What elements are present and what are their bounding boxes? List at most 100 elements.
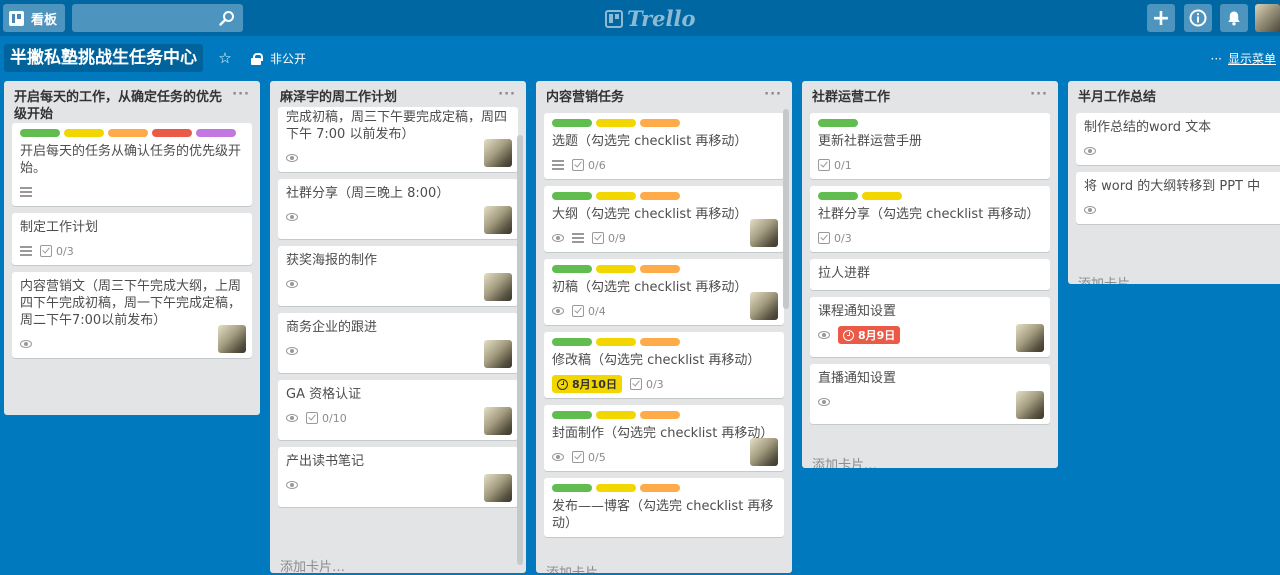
label-orange[interactable] <box>640 338 680 346</box>
add-card-link[interactable]: 添加卡片… <box>4 414 260 415</box>
card[interactable]: 完成初稿，周三下午要完成定稿，周四下午 7:00 以前发布） <box>278 107 518 172</box>
member-avatar[interactable] <box>484 206 512 234</box>
card[interactable]: 社群分享（勾选完 checklist 再移动） 0/3 <box>810 186 1050 252</box>
card[interactable]: 社群分享（周三晚上 8:00） <box>278 179 518 239</box>
show-menu-button[interactable]: ··· 显示菜单 <box>1211 50 1276 67</box>
label-yellow[interactable] <box>862 192 902 200</box>
member-avatar[interactable] <box>484 407 512 435</box>
notifications-button[interactable] <box>1220 4 1248 32</box>
star-icon[interactable]: ☆ <box>216 49 234 67</box>
label-yellow[interactable] <box>64 129 104 137</box>
user-avatar[interactable] <box>1255 4 1280 32</box>
board-title[interactable]: 半撇私塾挑战生任务中心 <box>4 44 203 72</box>
label-red[interactable] <box>152 129 192 137</box>
label-orange[interactable] <box>640 265 680 273</box>
member-avatar[interactable] <box>750 438 778 466</box>
card[interactable]: 获奖海报的制作 <box>278 246 518 306</box>
label-orange[interactable] <box>640 484 680 492</box>
list-menu-icon[interactable]: ··· <box>1030 86 1048 103</box>
list-title[interactable]: 社群运营工作 <box>812 90 890 105</box>
label-green[interactable] <box>552 411 592 419</box>
add-card-link[interactable]: 添加卡片… <box>270 551 526 573</box>
label-yellow[interactable] <box>596 411 636 419</box>
label-green[interactable] <box>552 119 592 127</box>
info-button[interactable] <box>1184 4 1212 32</box>
member-avatar[interactable] <box>1016 324 1044 352</box>
list-header[interactable]: 内容营销任务 ··· <box>536 81 792 113</box>
list-menu-icon[interactable]: ··· <box>764 86 782 103</box>
label-green[interactable] <box>552 192 592 200</box>
label-green[interactable] <box>818 192 858 200</box>
label-green[interactable] <box>818 119 858 127</box>
search-icon[interactable] <box>219 10 235 26</box>
label-purple[interactable] <box>196 129 236 137</box>
card[interactable]: 制定工作计划 0/3 <box>12 213 252 265</box>
add-button[interactable]: + <box>1147 4 1175 32</box>
card[interactable]: 发布——博客（勾选完 checklist 再移动） <box>544 478 784 537</box>
list-menu-icon[interactable]: ··· <box>498 86 516 103</box>
label-yellow[interactable] <box>596 192 636 200</box>
due-date-badge[interactable]: 8月10日 <box>552 375 622 393</box>
add-card-link[interactable]: 添加卡片… <box>536 557 792 573</box>
label-orange[interactable] <box>108 129 148 137</box>
card-title: 社群分享（周三晚上 8:00） <box>286 186 450 201</box>
card[interactable]: 开启每天的任务从确认任务的优先级开始。 <box>12 123 252 206</box>
card[interactable]: GA 资格认证 0/10 <box>278 380 518 440</box>
card[interactable]: 选题（勾选完 checklist 再移动） 0/6 <box>544 113 784 179</box>
card[interactable]: 修改稿（勾选完 checklist 再移动） 8月10日 0/3 <box>544 332 784 398</box>
card[interactable]: 直播通知设置 <box>810 364 1050 424</box>
label-green[interactable] <box>552 338 592 346</box>
list-title[interactable]: 开启每天的工作，从确定任务的优先级开始 <box>14 90 222 122</box>
label-orange[interactable] <box>640 192 680 200</box>
label-green[interactable] <box>552 265 592 273</box>
scrollbar[interactable] <box>783 109 789 309</box>
privacy-button[interactable]: 非公开 <box>250 50 306 67</box>
card[interactable]: 大纲（勾选完 checklist 再移动） 0/9 <box>544 186 784 252</box>
card[interactable]: 初稿（勾选完 checklist 再移动） 0/4 <box>544 259 784 325</box>
label-orange[interactable] <box>640 119 680 127</box>
member-avatar[interactable] <box>484 340 512 368</box>
eye-icon <box>818 331 830 339</box>
list-title[interactable]: 半月工作总结 <box>1078 90 1156 105</box>
list-menu-icon[interactable]: ··· <box>232 86 250 103</box>
search-input[interactable] <box>72 4 243 32</box>
member-avatar[interactable] <box>484 474 512 502</box>
card[interactable]: 拉人进群 <box>810 259 1050 290</box>
scrollbar[interactable] <box>517 135 523 565</box>
label-green[interactable] <box>20 129 60 137</box>
list-header[interactable]: 半月工作总结··· <box>1068 81 1280 113</box>
checklist-icon <box>629 378 642 390</box>
card[interactable]: 封面制作（勾选完 checklist 再移动） 0/5 <box>544 405 784 471</box>
card[interactable]: 课程通知设置 8月9日 <box>810 297 1050 357</box>
member-avatar[interactable] <box>750 292 778 320</box>
card[interactable]: 商务企业的跟进 <box>278 313 518 373</box>
label-yellow[interactable] <box>596 484 636 492</box>
member-avatar[interactable] <box>750 219 778 247</box>
card[interactable]: 将 word 的大纲转移到 PPT 中 <box>1076 172 1280 224</box>
card[interactable]: 产出读书笔记 <box>278 447 518 507</box>
due-date-badge[interactable]: 8月9日 <box>838 326 901 344</box>
boards-button[interactable]: 看板 <box>3 4 65 32</box>
checklist-icon <box>818 159 830 171</box>
member-avatar[interactable] <box>218 325 246 353</box>
list-header[interactable]: 社群运营工作 ··· <box>802 81 1058 113</box>
label-green[interactable] <box>552 484 592 492</box>
list-title[interactable]: 麻泽宇的周工作计划 <box>280 90 397 105</box>
add-card-link[interactable]: 添加卡片… <box>1068 268 1280 284</box>
card[interactable]: 制作总结的word 文本 <box>1076 113 1280 165</box>
label-yellow[interactable] <box>596 265 636 273</box>
label-orange[interactable] <box>640 411 680 419</box>
label-yellow[interactable] <box>596 338 636 346</box>
list-header[interactable]: 开启每天的工作，从确定任务的优先级开始 ··· <box>4 81 260 123</box>
list-title[interactable]: 内容营销任务 <box>546 90 624 105</box>
card[interactable]: 内容营销文（周三下午完成大纲，上周四下午完成初稿，周一下午完成定稿，周二下午7:… <box>12 272 252 358</box>
checklist-badge: 0/3 <box>40 245 74 258</box>
add-card-link[interactable]: 添加卡片… <box>802 449 1058 468</box>
member-avatar[interactable] <box>484 139 512 167</box>
list: 开启每天的工作，从确定任务的优先级开始 ··· 开启每天的任务从确认任务的优先级开始… <box>4 81 260 415</box>
label-yellow[interactable] <box>596 119 636 127</box>
member-avatar[interactable] <box>484 273 512 301</box>
member-avatar[interactable] <box>1016 391 1044 419</box>
card[interactable]: 更新社群运营手册 0/1 <box>810 113 1050 179</box>
trello-logo[interactable]: Trello <box>605 6 696 31</box>
